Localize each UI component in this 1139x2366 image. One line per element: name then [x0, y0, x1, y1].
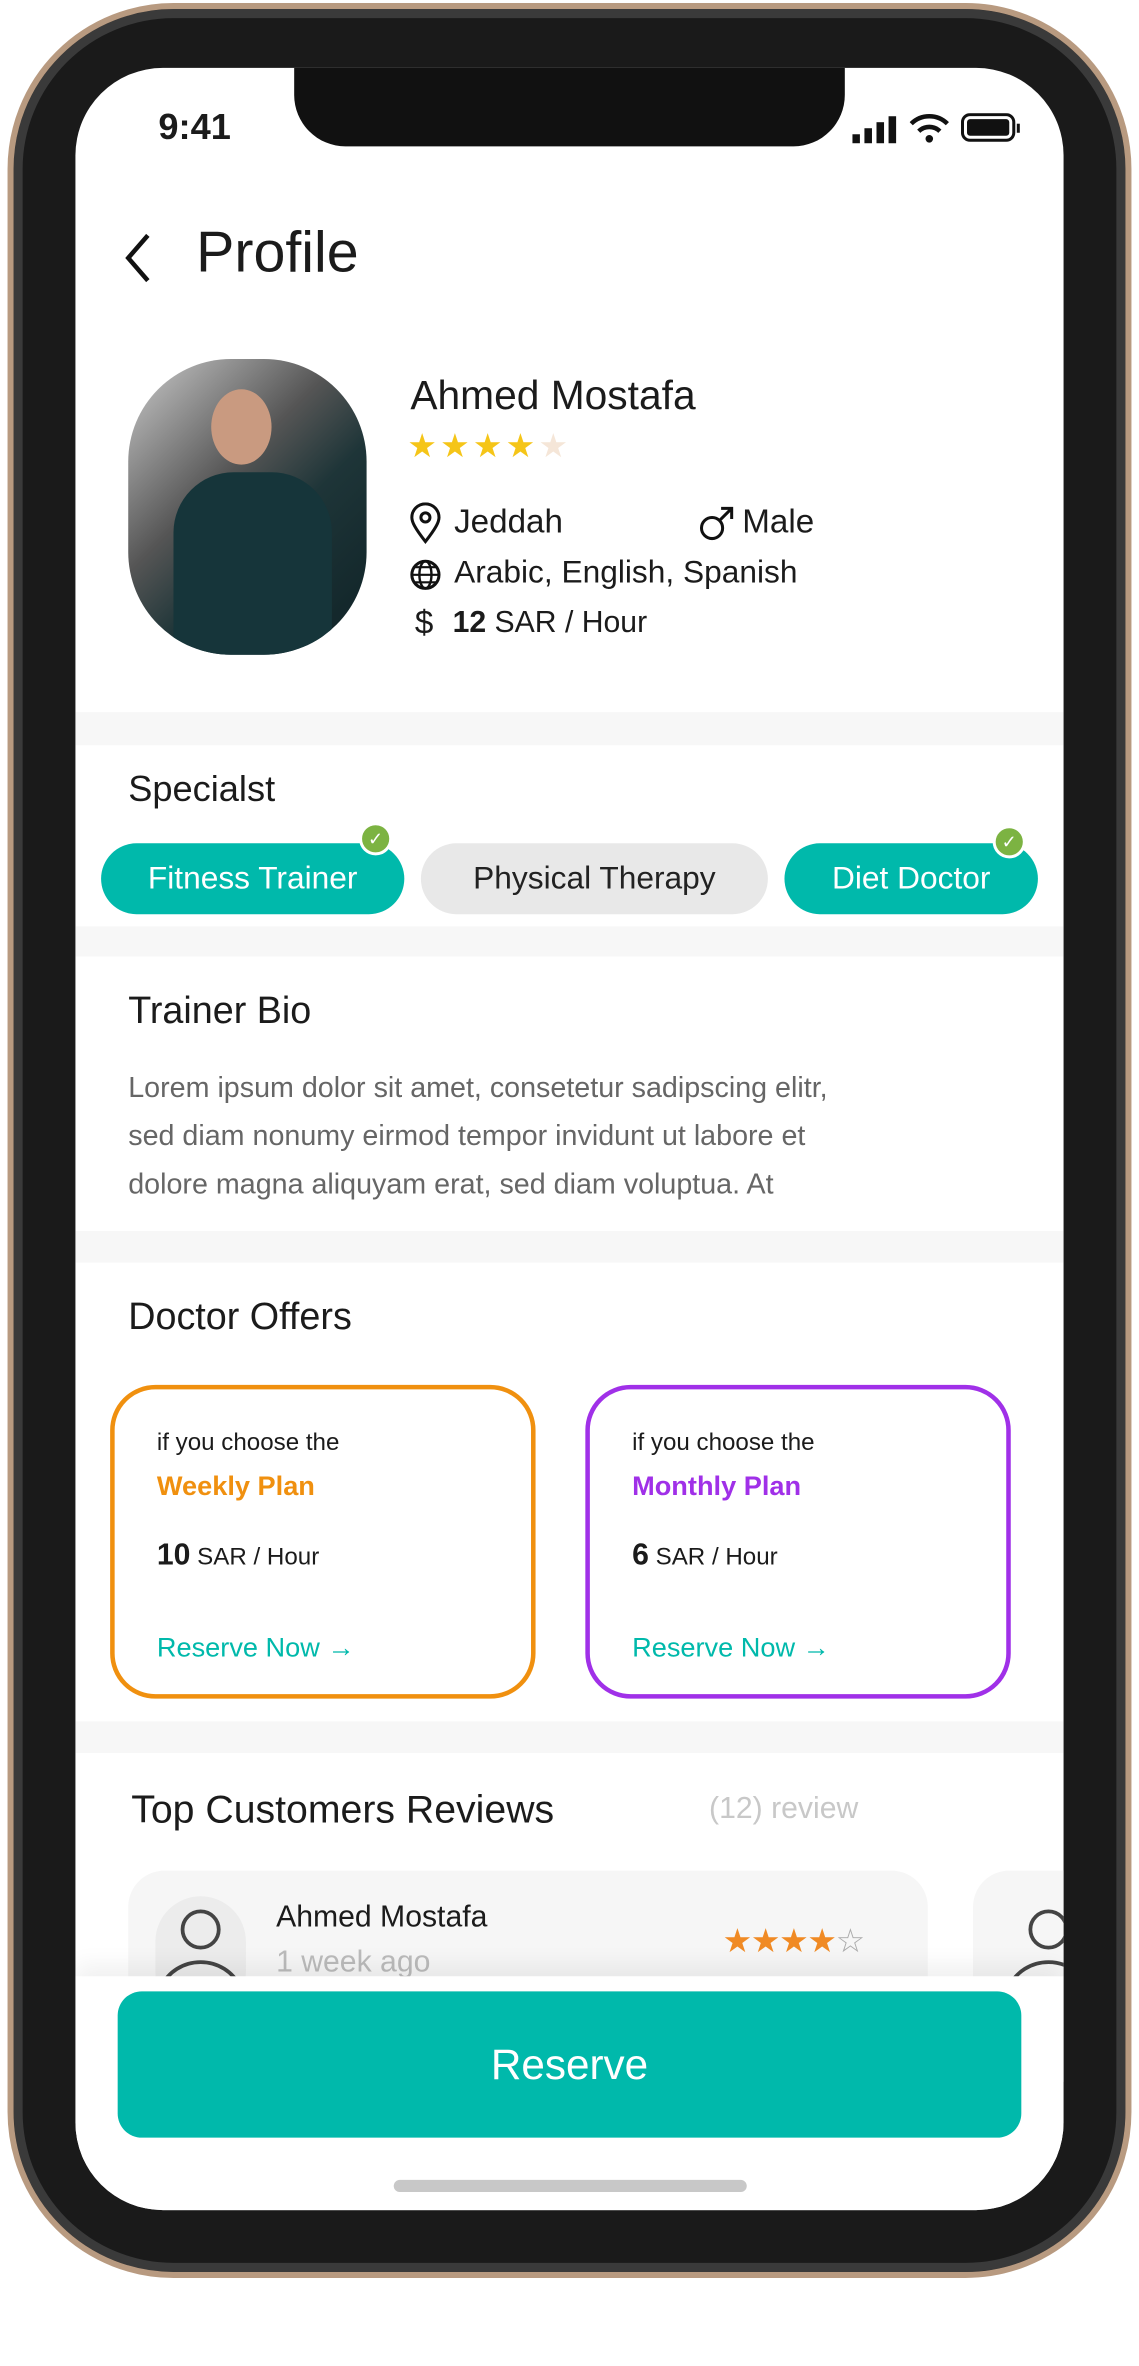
offer-plan: Weekly Plan: [156, 1470, 315, 1502]
status-time: 9:41: [158, 107, 231, 148]
city: Jeddah: [454, 502, 563, 541]
reserve-now-link[interactable]: Reserve Now →: [157, 1632, 355, 1664]
notch: [294, 67, 845, 147]
offer-price: 6: [632, 1538, 649, 1572]
male-icon: [699, 506, 734, 541]
price-unit: SAR / Hour: [494, 606, 648, 640]
status-icons: [852, 113, 1021, 144]
arrow-right-icon: →: [802, 1632, 830, 1663]
reviews-count[interactable]: (12) review: [709, 1792, 858, 1827]
arrow-right-icon: →: [327, 1632, 355, 1663]
dollar-icon: $: [414, 603, 434, 642]
offers-title: Doctor Offers: [128, 1295, 352, 1339]
battery-icon: [960, 113, 1020, 142]
price-value: 12: [452, 606, 487, 640]
offer-intro: if you choose the: [632, 1430, 815, 1456]
chip-physical-therapy[interactable]: Physical Therapy: [420, 843, 768, 915]
specialist-title: Specialst: [128, 769, 276, 811]
offer-intro: if you choose the: [156, 1430, 340, 1456]
bio-text: Lorem ipsum dolor sit amet, consetetur s…: [128, 1072, 828, 1201]
star-icon: ★: [407, 426, 438, 465]
languages: Arabic, English, Spanish: [454, 555, 798, 590]
offer-price: 10: [156, 1538, 191, 1572]
divider: [75, 926, 1064, 957]
wifi-icon: [909, 113, 949, 143]
star-icon: ★: [472, 426, 503, 465]
location-pin-icon: [410, 502, 441, 545]
chip-fitness-trainer[interactable]: Fitness Trainer: [101, 843, 405, 915]
reviews-title: Top Customers Reviews: [131, 1786, 555, 1832]
back-chevron-icon[interactable]: [121, 231, 157, 285]
star-icon: ★: [505, 426, 536, 465]
page-title: Profile: [196, 221, 359, 286]
reserve-button[interactable]: Reserve: [117, 1991, 1022, 2138]
offer-card-monthly[interactable]: if you choose the Monthly Plan 6 SAR / H…: [585, 1384, 1011, 1699]
check-icon: ✓: [359, 822, 393, 856]
reserve-now-link[interactable]: Reserve Now →: [632, 1632, 830, 1664]
profile-name: Ahmed Mostafa: [410, 372, 696, 418]
screen: 9:41 Profile Ahmed Mostafa ★ ★ ★ ★ ★ Jeddah …: [75, 67, 1064, 2211]
profile-rating: ★ ★ ★ ★ ★: [407, 427, 568, 466]
star-empty-icon: ★: [538, 426, 569, 465]
star-icon: ★: [440, 426, 470, 465]
globe-icon: [410, 559, 441, 590]
offer-plan: Monthly Plan: [632, 1470, 802, 1502]
bio-title: Trainer Bio: [128, 989, 312, 1032]
check-icon: ✓: [992, 825, 1026, 859]
offer-unit: SAR / Hour: [197, 1544, 320, 1571]
home-indicator: [393, 2179, 747, 2192]
signal-icon: [852, 116, 897, 144]
divider: [75, 712, 1064, 746]
reviewer-name: Ahmed Mostafa: [276, 1900, 488, 1935]
profile-photo: [128, 359, 367, 655]
gender: Male: [742, 502, 815, 541]
review-rating: ★★★★☆: [722, 1921, 866, 1960]
offer-card-weekly[interactable]: if you choose the Weekly Plan 10 SAR / H…: [110, 1384, 536, 1699]
offer-unit: SAR / Hour: [655, 1544, 778, 1571]
divider: [75, 1231, 1064, 1263]
divider: [75, 1721, 1064, 1753]
